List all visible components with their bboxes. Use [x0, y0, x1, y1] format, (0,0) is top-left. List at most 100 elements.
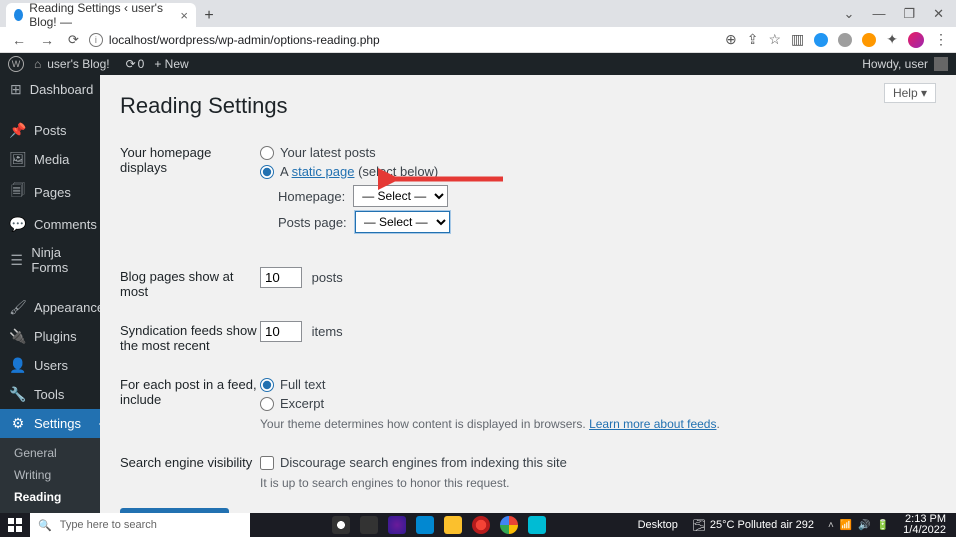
taskbar-search[interactable]: 🔍 Type here to search: [30, 513, 250, 537]
site-info-icon[interactable]: i: [89, 33, 103, 47]
explorer-icon[interactable]: [444, 516, 462, 534]
howdy-text[interactable]: Howdy, user: [862, 57, 928, 71]
sidebar-item-pages[interactable]: 🗐 Pages: [0, 174, 100, 210]
extension-icon[interactable]: [862, 33, 876, 47]
media-icon: 🖼: [10, 151, 26, 168]
desktop-label[interactable]: Desktop: [638, 519, 678, 531]
sub-item-reading[interactable]: Reading: [0, 486, 100, 508]
profile-icon[interactable]: [908, 32, 924, 48]
cortana-icon[interactable]: [332, 516, 350, 534]
menu-icon[interactable]: ⋮: [934, 31, 948, 48]
browser-tab[interactable]: Reading Settings ‹ user's Blog! — ×: [6, 3, 196, 27]
bookmark-icon[interactable]: ☆: [768, 31, 781, 48]
sub-item-general[interactable]: General: [0, 442, 100, 464]
clock[interactable]: 2:13 PM 1/4/2022: [903, 514, 946, 536]
new-content-button[interactable]: + New: [154, 57, 188, 71]
chevron-down-icon[interactable]: ⌄: [844, 6, 855, 22]
zoom-icon[interactable]: ⊕: [725, 31, 737, 48]
gear-icon: ⚙: [10, 415, 26, 432]
search-placeholder: Type here to search: [60, 519, 157, 531]
dashboard-icon: ⊞: [10, 81, 22, 98]
vscode-icon[interactable]: [416, 516, 434, 534]
eclipse-icon[interactable]: [388, 516, 406, 534]
reading-icon[interactable]: ▥: [791, 31, 804, 48]
input-feeds[interactable]: [260, 321, 302, 342]
tool-icon: 🔧: [10, 386, 26, 403]
radio-excerpt[interactable]: [260, 397, 274, 411]
wifi-icon[interactable]: 📶: [840, 520, 852, 531]
share-icon[interactable]: ⇪: [747, 31, 759, 48]
pin-icon: 📌: [10, 122, 26, 139]
sidebar-item-comments[interactable]: 💬Comments: [0, 210, 100, 239]
radio-fulltext[interactable]: [260, 378, 274, 392]
postspage-select-label: Posts page:: [278, 215, 347, 230]
forward-button[interactable]: →: [40, 32, 54, 48]
seo-description: It is up to search engines to honor this…: [260, 476, 936, 490]
radio-label: A static page (select below): [280, 164, 438, 179]
app-icon[interactable]: [528, 516, 546, 534]
input-blogpages[interactable]: [260, 267, 302, 288]
back-button[interactable]: ←: [12, 32, 26, 48]
sidebar-label: Appearance: [34, 300, 100, 315]
text: Your theme determines how content is dis…: [260, 417, 589, 431]
minimize-button[interactable]: —: [872, 6, 885, 22]
wordpress-logo-icon[interactable]: W: [8, 56, 24, 72]
chevron-up-icon[interactable]: ˄: [828, 520, 834, 531]
reload-button[interactable]: ⟳: [68, 32, 79, 48]
close-icon[interactable]: ×: [180, 8, 188, 23]
url-text: localhost/wordpress/wp-admin/options-rea…: [109, 33, 380, 47]
sidebar-label: Pages: [34, 185, 71, 200]
content-area: Help ▾ Reading Settings Your homepage di…: [100, 75, 956, 537]
sub-item-writing[interactable]: Writing: [0, 464, 100, 486]
sidebar-item-settings[interactable]: ⚙ Settings: [0, 409, 100, 438]
sidebar-label: Ninja Forms: [31, 245, 90, 275]
maximize-button[interactable]: ❐: [903, 6, 915, 22]
checkbox-discourage[interactable]: [260, 456, 274, 470]
homepage-select[interactable]: — Select —: [353, 185, 448, 207]
home-icon[interactable]: ⌂: [34, 57, 41, 71]
updates-icon[interactable]: ⟳: [126, 57, 136, 71]
extension-icon[interactable]: [838, 33, 852, 47]
sidebar-label: Users: [34, 358, 68, 373]
tab-title: Reading Settings ‹ user's Blog! —: [29, 1, 168, 29]
radio-latest-posts[interactable]: [260, 146, 274, 160]
label-feedcontent: For each post in a feed, include: [120, 375, 260, 431]
page-title: Reading Settings: [120, 93, 936, 119]
extension-icon[interactable]: [814, 33, 828, 47]
url-bar[interactable]: i localhost/wordpress/wp-admin/options-r…: [89, 29, 715, 51]
sidebar-item-users[interactable]: 👤Users: [0, 351, 100, 380]
avatar-icon[interactable]: [934, 57, 948, 71]
radio-static-page[interactable]: [260, 165, 274, 179]
battery-icon[interactable]: 🔋: [877, 520, 889, 531]
postspage-select[interactable]: — Select —: [355, 211, 450, 233]
sidebar-item-tools[interactable]: 🔧Tools: [0, 380, 100, 409]
system-tray[interactable]: ˄ 📶 🔊 🔋: [828, 520, 889, 531]
sidebar-item-plugins[interactable]: 🔌Plugins: [0, 322, 100, 351]
close-window-button[interactable]: ✕: [933, 6, 944, 22]
sidebar-item-ninjaforms[interactable]: ☰Ninja Forms: [0, 239, 100, 281]
recorder-icon[interactable]: [472, 516, 490, 534]
sidebar-item-media[interactable]: 🖼Media: [0, 145, 100, 174]
sidebar-item-dashboard[interactable]: ⊞ Dashboard: [0, 75, 100, 104]
label-feeds: Syndication feeds show the most recent: [120, 321, 260, 353]
updates-count[interactable]: 0: [138, 57, 145, 71]
weather-icon: 🌫: [692, 519, 706, 532]
unit-text: posts: [312, 270, 343, 285]
sidebar-label: Settings: [34, 416, 81, 431]
site-name[interactable]: user's Blog!: [47, 57, 109, 71]
page-icon: 🗐: [10, 180, 26, 204]
help-button[interactable]: Help ▾: [884, 83, 936, 103]
extensions-icon[interactable]: ✦: [886, 31, 898, 48]
sidebar-label: Dashboard: [30, 82, 94, 97]
static-page-link[interactable]: static page: [292, 164, 355, 179]
feeds-learn-link[interactable]: Learn more about feeds: [589, 417, 716, 431]
sidebar-item-appearance[interactable]: 🖌Appearance: [0, 293, 100, 322]
new-tab-button[interactable]: +: [198, 5, 220, 27]
taskview-icon[interactable]: [360, 516, 378, 534]
weather-widget[interactable]: 🌫 25°C Polluted air 292: [692, 519, 814, 532]
start-button[interactable]: [0, 518, 30, 532]
sidebar-item-posts[interactable]: 📌Posts: [0, 116, 100, 145]
chrome-icon[interactable]: [500, 516, 518, 534]
sound-icon[interactable]: 🔊: [858, 520, 870, 531]
radio-label: Excerpt: [280, 396, 324, 411]
